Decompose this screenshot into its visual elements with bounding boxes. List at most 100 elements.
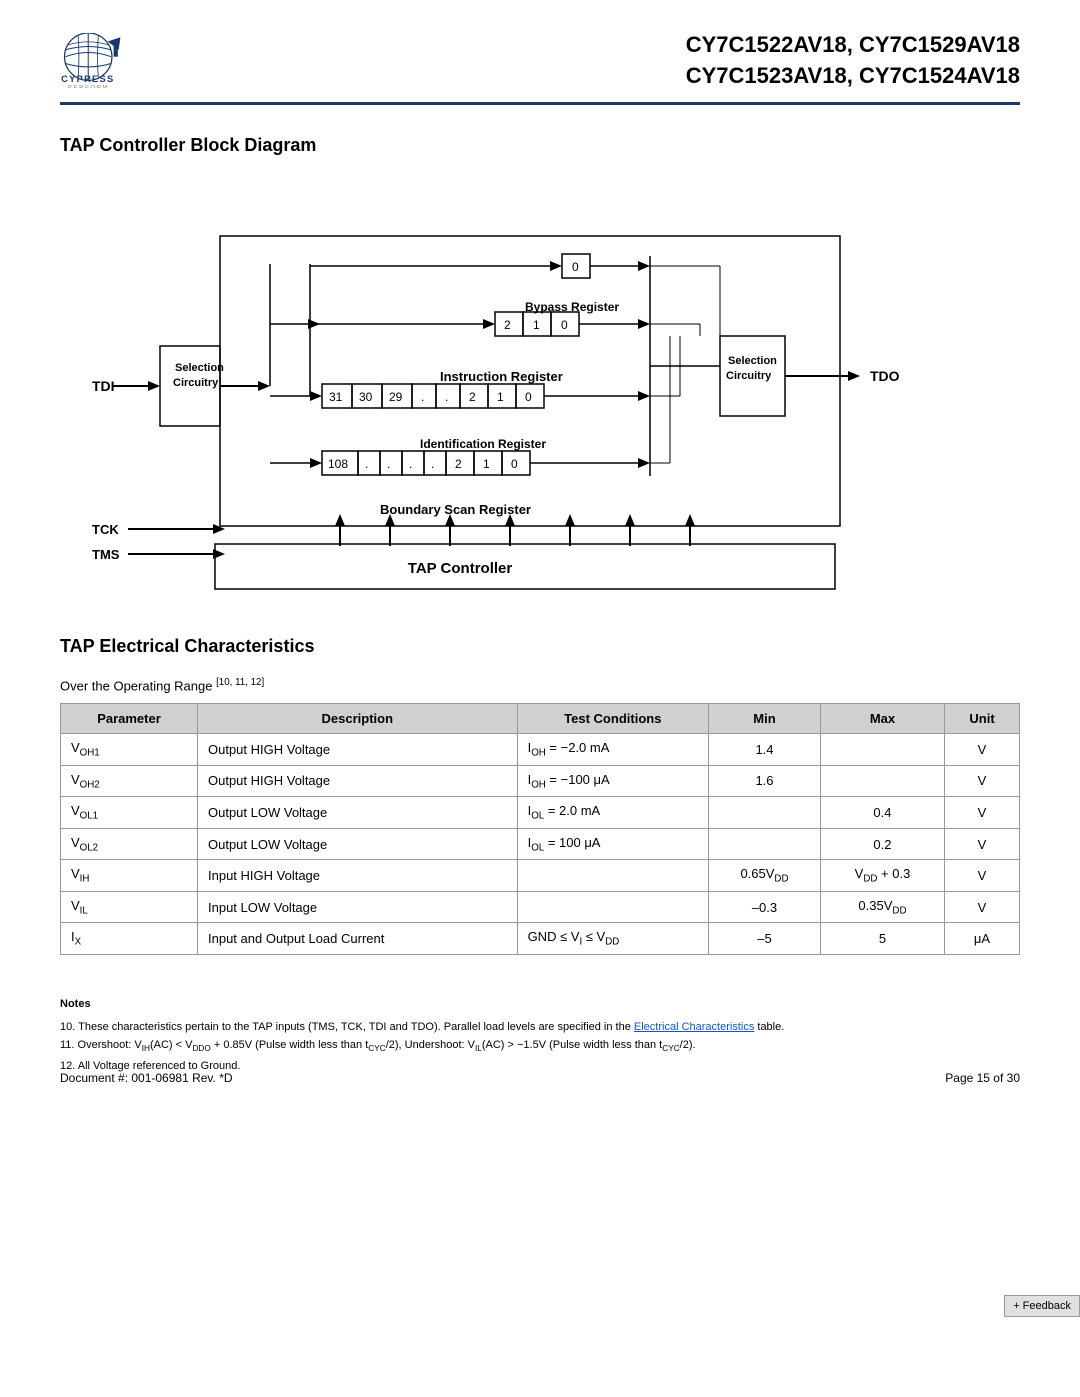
col-header-min: Min	[709, 703, 821, 733]
svg-text:0: 0	[572, 260, 579, 274]
page-number: Page 15 of 30	[945, 1071, 1020, 1085]
param-cell: VIH	[61, 860, 198, 892]
unit-cell: V	[945, 860, 1020, 892]
test-cell: IOL = 100 μA	[517, 828, 709, 860]
param-cell: VOH2	[61, 765, 198, 797]
param-cell: VOL2	[61, 828, 198, 860]
col-header-description: Description	[198, 703, 518, 733]
diagram-svg: TDI Selection Circuitry 0	[60, 176, 1020, 596]
title-area: CY7C1522AV18, CY7C1529AV18 CY7C1523AV18,…	[686, 30, 1020, 92]
note-10: 10. These characteristics pertain to the…	[60, 1018, 1020, 1037]
test-cell: IOH = −100 μA	[517, 765, 709, 797]
footer: Document #: 001-06981 Rev. *D Page 15 of…	[60, 1071, 1020, 1085]
header: CYPRESS PERFORM CY7C1522AV18, CY7C1529AV…	[60, 30, 1020, 105]
svg-text:1: 1	[483, 457, 490, 471]
svg-text:2: 2	[455, 457, 462, 471]
svg-text:30: 30	[359, 390, 373, 404]
desc-cell: Output LOW Voltage	[198, 797, 518, 829]
col-header-unit: Unit	[945, 703, 1020, 733]
min-cell	[709, 797, 821, 829]
svg-text:.: .	[409, 457, 412, 471]
tap-electrical-section: TAP Electrical Characteristics Over the …	[60, 636, 1020, 955]
max-cell: 0.2	[820, 828, 944, 860]
electrical-char-link[interactable]: Electrical Characteristics	[634, 1021, 754, 1033]
svg-text:TDO: TDO	[870, 368, 900, 384]
min-cell: 0.65VDD	[709, 860, 821, 892]
table-row: VOH1 Output HIGH Voltage IOH = −2.0 mA 1…	[61, 733, 1020, 765]
notes-section: Notes 10. These characteristics pertain …	[60, 995, 1020, 1075]
desc-cell: Output HIGH Voltage	[198, 765, 518, 797]
block-diagram-title: TAP Controller Block Diagram	[60, 135, 1020, 156]
param-cell: VIL	[61, 891, 198, 923]
max-cell: VDD + 0.3	[820, 860, 944, 892]
table-row: VOH2 Output HIGH Voltage IOH = −100 μA 1…	[61, 765, 1020, 797]
svg-text:1: 1	[533, 318, 540, 332]
table-row: IX Input and Output Load Current GND ≤ V…	[61, 923, 1020, 955]
min-cell: –0.3	[709, 891, 821, 923]
svg-text:0: 0	[525, 390, 532, 404]
unit-cell: V	[945, 891, 1020, 923]
svg-text:CYPRESS: CYPRESS	[61, 74, 114, 84]
svg-text:.: .	[431, 457, 434, 471]
unit-cell: V	[945, 765, 1020, 797]
svg-text:.: .	[365, 457, 368, 471]
min-cell: –5	[709, 923, 821, 955]
unit-cell: μA	[945, 923, 1020, 955]
svg-text:Boundary Scan Register: Boundary Scan Register	[380, 502, 531, 517]
svg-text:2: 2	[469, 390, 476, 404]
param-cell: VOL1	[61, 797, 198, 829]
test-cell	[517, 860, 709, 892]
desc-cell: Output LOW Voltage	[198, 828, 518, 860]
desc-cell: Input and Output Load Current	[198, 923, 518, 955]
test-cell: IOH = −2.0 mA	[517, 733, 709, 765]
min-cell: 1.6	[709, 765, 821, 797]
unit-cell: V	[945, 797, 1020, 829]
block-diagram-section: TAP Controller Block Diagram TDI Selecti…	[60, 135, 1020, 596]
svg-text:TCK: TCK	[92, 522, 119, 537]
tap-electrical-title: TAP Electrical Characteristics	[60, 636, 1020, 657]
svg-text:2: 2	[504, 318, 511, 332]
svg-text:Circuitry: Circuitry	[726, 370, 772, 382]
svg-text:0: 0	[561, 318, 568, 332]
svg-text:0: 0	[511, 457, 518, 471]
col-header-parameter: Parameter	[61, 703, 198, 733]
svg-text:Selection: Selection	[728, 355, 777, 367]
svg-text:108: 108	[328, 457, 348, 471]
max-cell: 5	[820, 923, 944, 955]
svg-text:Identification Register: Identification Register	[420, 437, 546, 451]
note-11: 11. Overshoot: VIH(AC) < VDDO + 0.85V (P…	[60, 1036, 1020, 1056]
cypress-logo: CYPRESS PERFORM	[60, 33, 130, 88]
tdi-label: TDI	[92, 378, 115, 394]
logo-area: CYPRESS PERFORM	[60, 33, 130, 88]
test-cell	[517, 891, 709, 923]
svg-text:29: 29	[389, 390, 403, 404]
svg-text:Instruction Register: Instruction Register	[440, 369, 563, 384]
document-number: Document #: 001-06981 Rev. *D	[60, 1071, 233, 1085]
col-header-test-conditions: Test Conditions	[517, 703, 709, 733]
min-cell: 1.4	[709, 733, 821, 765]
svg-text:Selection: Selection	[175, 362, 224, 374]
max-cell	[820, 765, 944, 797]
param-cell: VOH1	[61, 733, 198, 765]
min-cell	[709, 828, 821, 860]
table-row: VOL1 Output LOW Voltage IOL = 2.0 mA 0.4…	[61, 797, 1020, 829]
desc-cell: Input LOW Voltage	[198, 891, 518, 923]
unit-cell: V	[945, 733, 1020, 765]
chip-title: CY7C1522AV18, CY7C1529AV18 CY7C1523AV18,…	[686, 30, 1020, 92]
param-cell: IX	[61, 923, 198, 955]
diagram-container: TDI Selection Circuitry 0	[60, 176, 1020, 596]
svg-text:PERFORM: PERFORM	[68, 85, 109, 88]
test-cell: GND ≤ VI ≤ VDD	[517, 923, 709, 955]
max-cell	[820, 733, 944, 765]
feedback-tab[interactable]: + Feedback	[1004, 1295, 1080, 1317]
svg-text:31: 31	[329, 390, 343, 404]
svg-text:TAP Controller: TAP Controller	[408, 560, 513, 577]
col-header-max: Max	[820, 703, 944, 733]
svg-text:Circuitry: Circuitry	[173, 377, 219, 389]
desc-cell: Input HIGH Voltage	[198, 860, 518, 892]
table-row: VIH Input HIGH Voltage 0.65VDD VDD + 0.3…	[61, 860, 1020, 892]
max-cell: 0.35VDD	[820, 891, 944, 923]
notes-title: Notes	[60, 995, 1020, 1014]
svg-text:.: .	[387, 457, 390, 471]
electrical-table: Parameter Description Test Conditions Mi…	[60, 703, 1020, 955]
